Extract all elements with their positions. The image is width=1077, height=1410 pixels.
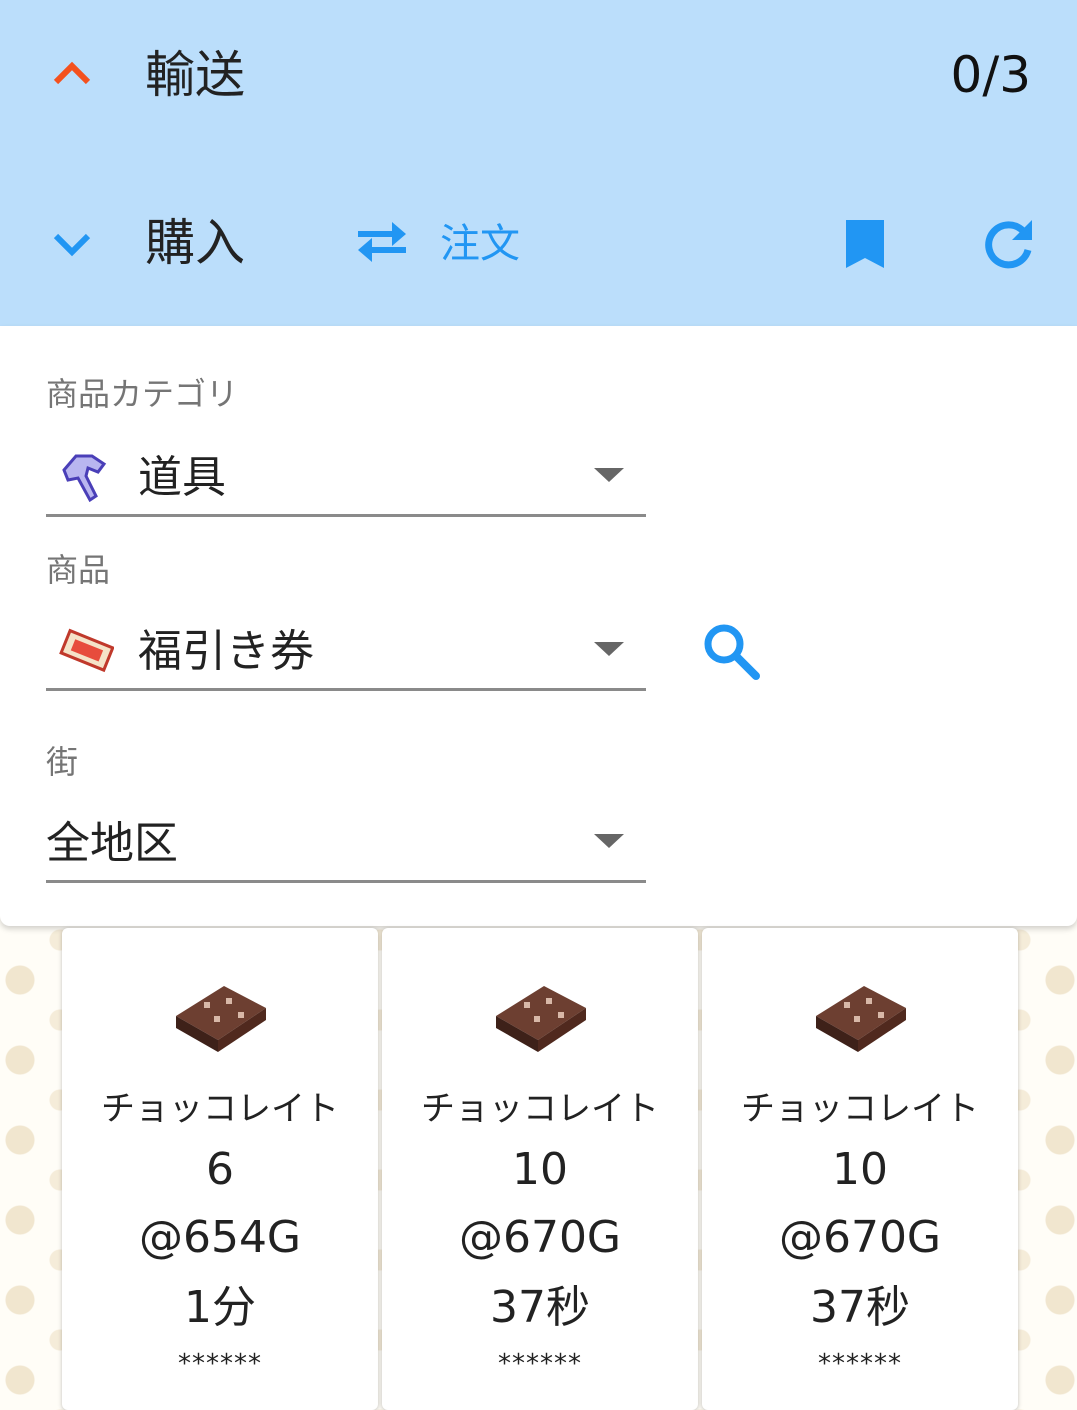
item-select[interactable]: 福引き券 bbox=[46, 616, 646, 691]
item-name: チョッコレイト bbox=[741, 1089, 979, 1129]
item-value: 福引き券 bbox=[138, 626, 314, 677]
search-icon[interactable] bbox=[700, 620, 764, 680]
category-value: 道具 bbox=[138, 452, 226, 503]
item-name: チョッコレイト bbox=[421, 1089, 659, 1129]
dropdown-arrow-icon bbox=[594, 834, 624, 848]
lottery-ticket-icon bbox=[59, 628, 114, 673]
chocolate-icon bbox=[496, 986, 586, 1052]
item-quantity: 10 bbox=[832, 1144, 888, 1195]
item-label: 商品 bbox=[46, 551, 111, 589]
item-quantity: 6 bbox=[206, 1144, 234, 1195]
chevron-up-icon[interactable] bbox=[50, 54, 94, 94]
chevron-down-icon[interactable] bbox=[50, 222, 94, 262]
town-label: 街 bbox=[46, 743, 79, 781]
item-price: @654G bbox=[138, 1212, 302, 1263]
item-price: @670G bbox=[778, 1212, 942, 1263]
dropdown-arrow-icon bbox=[594, 468, 624, 482]
item-quantity: 10 bbox=[512, 1144, 568, 1195]
item-price: @670G bbox=[458, 1212, 622, 1263]
item-stars: ****** bbox=[178, 1349, 262, 1379]
order-button[interactable]: 注文 bbox=[440, 216, 520, 272]
item-time: 37秒 bbox=[810, 1282, 910, 1333]
transport-row[interactable]: 輸送 0/3 bbox=[0, 34, 1077, 114]
transport-counter: 0/3 bbox=[950, 46, 1031, 104]
app-header: 輸送 0/3 購入 注文 bbox=[0, 0, 1077, 326]
category-label: 商品カテゴリ bbox=[46, 375, 239, 413]
purchase-title: 購入 bbox=[145, 214, 245, 272]
purchase-row[interactable]: 購入 注文 bbox=[0, 202, 1077, 282]
item-time: 1分 bbox=[184, 1282, 256, 1333]
item-name: チョッコレイト bbox=[101, 1089, 339, 1129]
town-select[interactable]: 全地区 bbox=[46, 808, 646, 883]
chocolate-icon bbox=[816, 986, 906, 1052]
category-select[interactable]: 道具 bbox=[46, 442, 646, 517]
item-stars: ****** bbox=[498, 1349, 582, 1379]
chocolate-icon bbox=[176, 986, 266, 1052]
item-stars: ****** bbox=[818, 1349, 902, 1379]
refresh-icon[interactable] bbox=[980, 216, 1038, 272]
item-time: 37秒 bbox=[490, 1282, 590, 1333]
listing-card[interactable]: チョッコレイト 10 @670G 37秒 ****** bbox=[382, 928, 698, 1410]
town-value: 全地区 bbox=[46, 818, 178, 869]
swap-icon[interactable] bbox=[354, 220, 410, 266]
filter-panel: 商品カテゴリ 道具 商品 福引き券 街 全地区 bbox=[0, 326, 1077, 926]
transport-title: 輸送 bbox=[145, 46, 245, 104]
bookmark-icon[interactable] bbox=[842, 218, 888, 270]
tool-icon bbox=[62, 454, 107, 503]
listing-card[interactable]: チョッコレイト 10 @670G 37秒 ****** bbox=[702, 928, 1018, 1410]
listing-card[interactable]: チョッコレイト 6 @654G 1分 ****** bbox=[62, 928, 378, 1410]
dropdown-arrow-icon bbox=[594, 642, 624, 656]
